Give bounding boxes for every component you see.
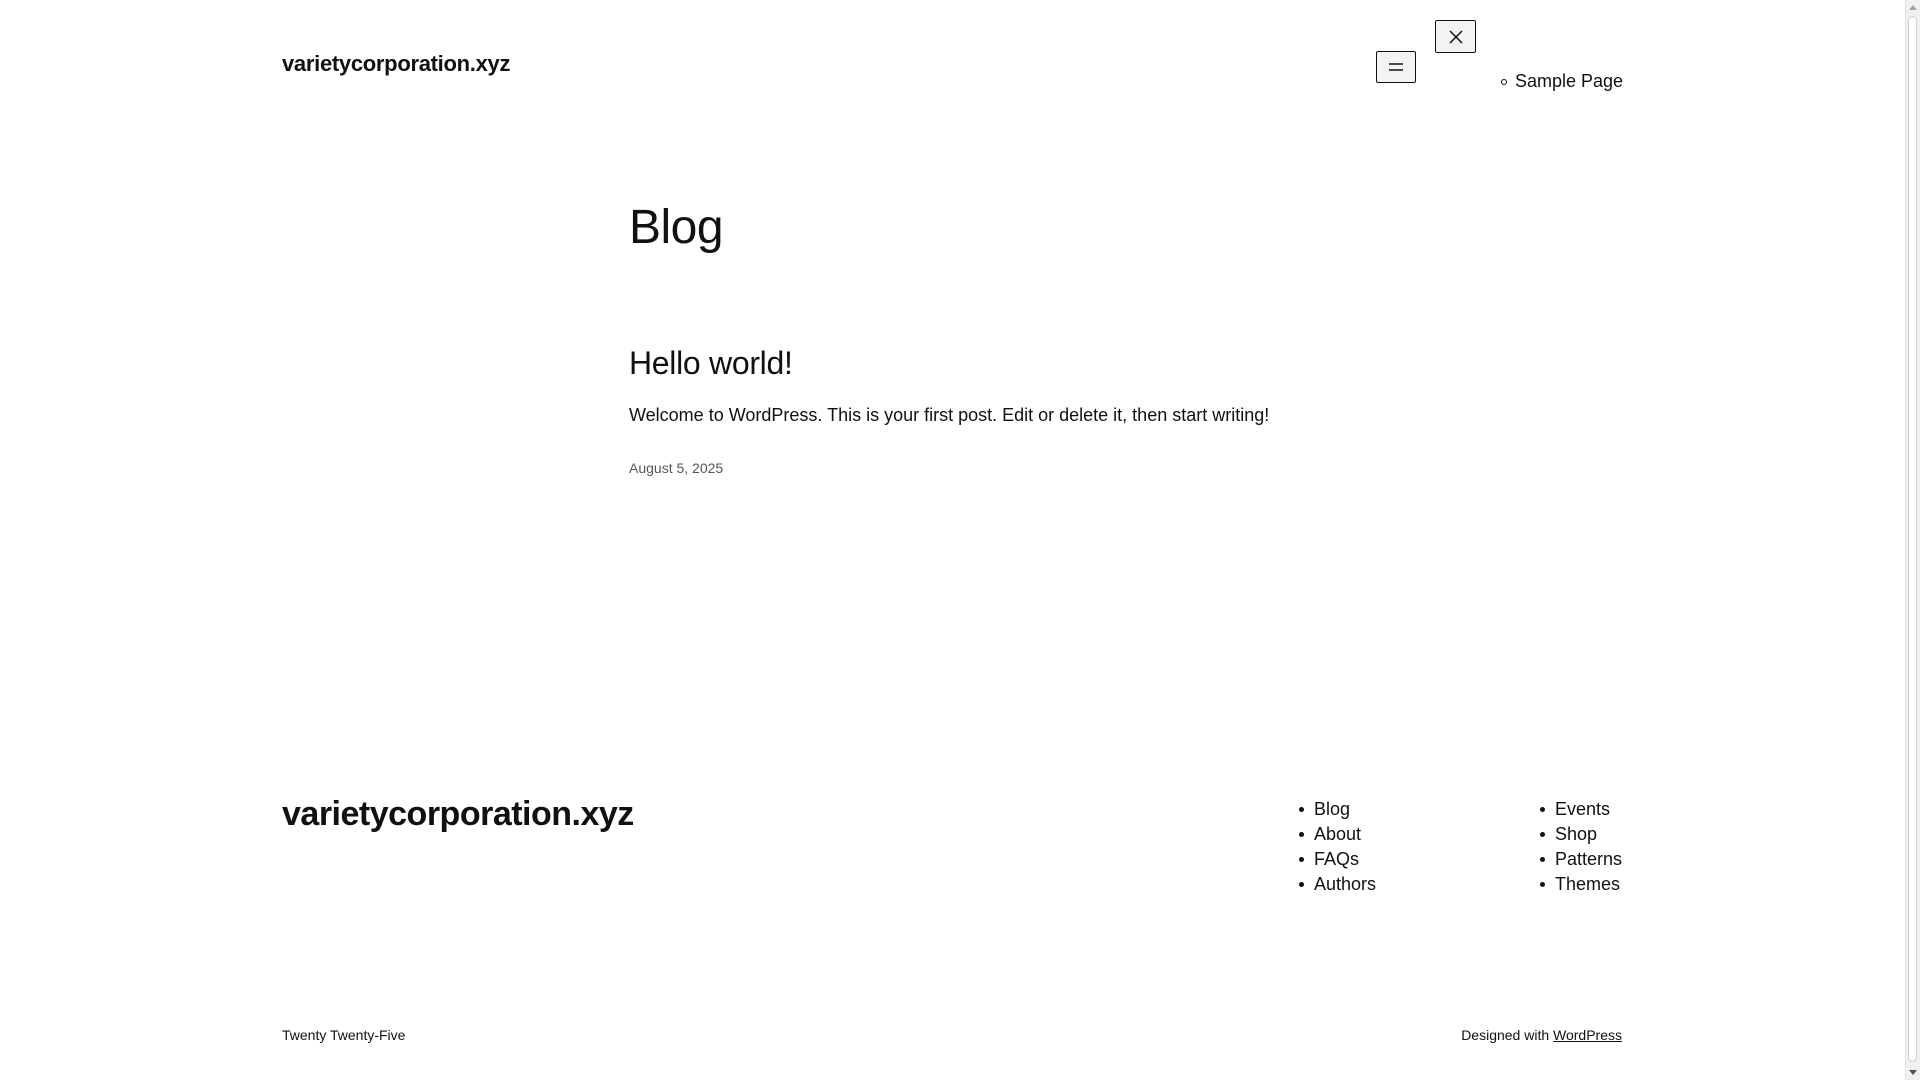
designed-with-label: Designed with [1461, 1027, 1550, 1043]
page: varietycorporation.xyz Sample Page Blog … [0, 0, 1905, 1080]
footer-nav-link[interactable]: About [1314, 824, 1361, 844]
footer-nav-item-about: About [1298, 822, 1376, 847]
header-nav-item-sample-page: Sample Page [1500, 71, 1623, 92]
post-excerpt: Welcome to WordPress. This is your first… [629, 405, 1270, 425]
post-title-link[interactable]: Hello world! [629, 345, 793, 381]
header-navigation: Sample Page [1500, 71, 1623, 92]
page-title: Blog [629, 201, 724, 254]
header-nav-link[interactable]: Sample Page [1515, 71, 1623, 91]
footer-nav-item-themes: Themes [1539, 872, 1622, 897]
footer-nav-link[interactable]: Shop [1555, 824, 1597, 844]
scroll-up-arrow-icon[interactable] [1909, 5, 1917, 10]
footer-nav-column-2: Events Shop Patterns Themes [1539, 797, 1622, 897]
site-title-link[interactable]: varietycorporation.xyz [282, 51, 510, 77]
vertical-scrollbar[interactable] [1905, 0, 1920, 1080]
footer-nav-item-patterns: Patterns [1539, 847, 1622, 872]
footer-nav-item-shop: Shop [1539, 822, 1622, 847]
footer-nav-link[interactable]: FAQs [1314, 849, 1359, 869]
footer-nav-item-faqs: FAQs [1298, 847, 1376, 872]
footer-nav-column-1: Blog About FAQs Authors [1298, 797, 1376, 897]
scrollbar-thumb[interactable] [1908, 16, 1917, 1062]
open-menu-button[interactable] [1376, 51, 1416, 83]
wordpress-link[interactable]: WordPress [1553, 1027, 1622, 1043]
footer-site-title-link[interactable]: varietycorporation.xyz [282, 795, 634, 834]
hamburger-menu-icon [1389, 63, 1403, 71]
footer-nav-item-blog: Blog [1298, 797, 1376, 822]
footer-nav-link[interactable]: Blog [1314, 799, 1350, 819]
footer-nav-item-events: Events [1539, 797, 1622, 822]
post-date[interactable]: August 5, 2025 [629, 460, 723, 476]
footer-nav-link[interactable]: Events [1555, 799, 1610, 819]
designed-with-credit: Designed with WordPress [1461, 1027, 1622, 1043]
footer-nav-link[interactable]: Themes [1555, 874, 1620, 894]
footer-nav-link[interactable]: Patterns [1555, 849, 1622, 869]
footer-nav-item-authors: Authors [1298, 872, 1376, 897]
theme-credit: Twenty Twenty-Five [282, 1027, 406, 1043]
scroll-down-arrow-icon[interactable] [1909, 1070, 1917, 1075]
close-menu-button[interactable] [1435, 20, 1476, 53]
close-icon [1448, 29, 1463, 44]
post-title: Hello world! [629, 345, 793, 382]
footer-nav-link[interactable]: Authors [1314, 874, 1376, 894]
